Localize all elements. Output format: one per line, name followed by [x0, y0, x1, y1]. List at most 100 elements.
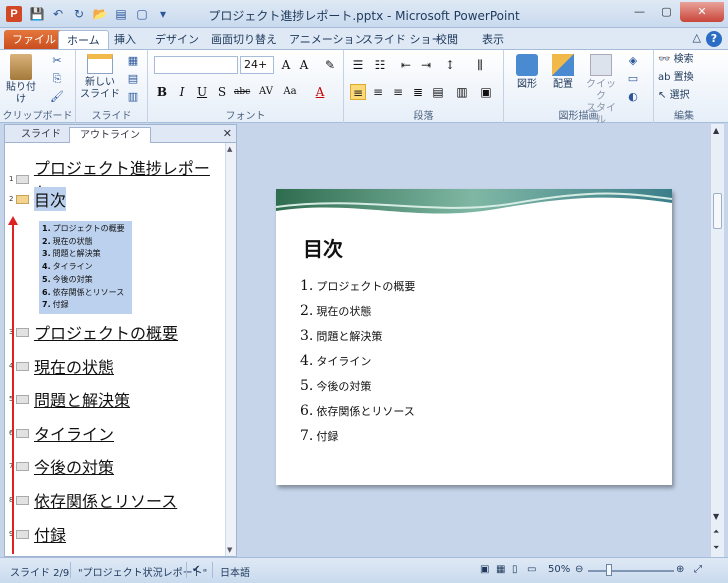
tab-design[interactable]: デザイン	[147, 30, 207, 50]
maximize-button[interactable]: ▢	[653, 2, 680, 22]
scroll-down-icon[interactable]: ▼	[713, 512, 719, 521]
outline-slide-5[interactable]: 5 問題と解決策	[9, 387, 130, 411]
scroll-down-icon[interactable]: ▼	[227, 546, 232, 554]
shrink-font-icon[interactable]: A	[296, 57, 312, 73]
replace-button[interactable]: ab 置換	[658, 72, 694, 84]
decrease-indent-icon[interactable]: ⇤	[398, 57, 414, 73]
section-icon[interactable]: ▥	[126, 90, 140, 104]
columns-menu-icon[interactable]: ▥	[454, 84, 470, 100]
outline-toc-bullets[interactable]: 1. プロジェクトの概要 2. 現在の状態 3. 問題と解決策 4. タイライン 5. 今…	[39, 221, 132, 314]
font-color-icon[interactable]: A	[312, 84, 328, 100]
fit-to-window-icon[interactable]: ⤢	[694, 564, 702, 575]
language-indicator[interactable]: 日本語	[220, 564, 250, 579]
distributed-icon[interactable]: ▤	[430, 84, 446, 100]
scroll-up-icon[interactable]: ▲	[227, 145, 232, 153]
toc-item: 2. 現在の状態	[42, 236, 93, 246]
zoom-in-icon[interactable]: ⊕	[676, 564, 684, 575]
outline-content[interactable]: 1 プロジェクト進捗レポート 2 目次 1.プロジェクトの概要 2.現在の状態 …	[5, 143, 225, 556]
strikethrough-icon[interactable]: abc	[234, 84, 250, 100]
columns-icon[interactable]: ⫼	[472, 57, 488, 73]
help-icon[interactable]: ?	[706, 31, 722, 47]
line-spacing-icon[interactable]: ↕	[442, 57, 458, 73]
outline-slide-2[interactable]: 2 目次	[9, 187, 67, 211]
quick-styles-icon	[590, 54, 612, 76]
outline-slide-9[interactable]: 9 付録	[9, 522, 66, 546]
tab-file[interactable]: ファイル	[4, 30, 64, 50]
close-pane-icon[interactable]: ✕	[223, 127, 232, 140]
zoom-slider[interactable]	[588, 570, 674, 572]
outline-pane: スライド アウトライン ✕ 1 プロジェクト進捗レポート 2 目次 1.プロジェ…	[4, 124, 237, 557]
format-painter-icon[interactable]: 🖌	[50, 90, 64, 104]
slide-list-item: 6. 依存関係とリソース	[300, 403, 415, 419]
align-center-icon[interactable]: ≡	[370, 84, 386, 100]
cut-icon[interactable]: ✂	[50, 54, 64, 68]
slide-heading[interactable]: 目次	[303, 233, 343, 262]
justify-icon[interactable]: ≣	[410, 84, 426, 100]
font-family-combo[interactable]	[154, 56, 238, 74]
outline-slide-4[interactable]: 4 現在の状態	[9, 354, 114, 378]
tab-slides[interactable]: スライド	[11, 127, 71, 143]
align-right-icon[interactable]: ≡	[390, 84, 406, 100]
bullets-icon[interactable]: ☰	[350, 57, 366, 73]
tab-review[interactable]: 校閲	[428, 30, 466, 50]
tab-outline[interactable]: アウトライン	[69, 127, 151, 143]
numbering-icon[interactable]: ☷	[372, 57, 388, 73]
slide-list-item: 1. プロジェクトの概要	[300, 278, 416, 294]
slide-list-item: 7. 付録	[300, 428, 339, 444]
paste-button[interactable]: 貼り付け	[6, 54, 36, 106]
grow-font-icon[interactable]: A	[278, 57, 294, 73]
copy-icon[interactable]: ⎘	[50, 72, 64, 86]
char-spacing-icon[interactable]: AV	[258, 84, 274, 100]
outline-slide-7[interactable]: 7 今後の対策	[9, 454, 114, 478]
slideshow-view-icon[interactable]: ▭	[527, 564, 536, 575]
shadow-icon[interactable]: S	[214, 84, 230, 100]
outline-slide-3[interactable]: 3 プロジェクトの概要	[9, 320, 178, 344]
tab-home[interactable]: ホーム	[58, 30, 109, 50]
outline-slide-8[interactable]: 8 依存関係とリソース	[9, 488, 177, 512]
clear-format-icon[interactable]: ✎	[322, 57, 338, 73]
zoom-out-icon[interactable]: ⊖	[575, 564, 583, 575]
slide-body-list[interactable]: 1. プロジェクトの概要 2. 現在の状態 3. 問題と解決策 4. タイライン 5. 今…	[300, 274, 415, 449]
smartart-icon[interactable]: ▣	[478, 84, 494, 100]
previous-slide-icon[interactable]: ⏶	[713, 527, 719, 537]
select-button[interactable]: ↖ 選択	[658, 90, 690, 102]
scroll-thumb[interactable]	[713, 193, 722, 229]
new-slide-button[interactable]: 新しい スライド	[80, 54, 120, 101]
increase-indent-icon[interactable]: ⇥	[418, 57, 434, 73]
minimize-button[interactable]: —	[626, 2, 653, 22]
underline-icon[interactable]: U	[194, 84, 210, 100]
outline-scrollbar[interactable]: ▲ ▼	[225, 143, 236, 556]
slide-canvas[interactable]: 目次 1. プロジェクトの概要 2. 現在の状態 3. 問題と解決策 4. タイライン …	[276, 189, 672, 485]
tab-transitions[interactable]: 画面切り替え	[203, 30, 285, 50]
outline-slide-title: 現在の状態	[34, 358, 115, 377]
arrange-button[interactable]: 配置	[546, 54, 580, 91]
minimize-ribbon-icon[interactable]: △	[693, 31, 701, 47]
shape-outline-icon[interactable]: ▭	[626, 72, 640, 86]
zoom-level[interactable]: 50%	[548, 564, 570, 575]
reading-view-icon[interactable]: ▯	[512, 564, 518, 575]
change-case-icon[interactable]: Aa	[282, 84, 298, 100]
italic-icon[interactable]: I	[174, 84, 190, 100]
pointer-icon: ↖	[658, 90, 667, 101]
close-button[interactable]: ✕	[680, 2, 724, 22]
layout-icon[interactable]: ▦	[126, 54, 140, 68]
find-button[interactable]: 👓 検索	[658, 54, 694, 66]
normal-view-icon[interactable]: ▣	[480, 564, 489, 575]
reset-icon[interactable]: ▤	[126, 72, 140, 86]
shapes-button[interactable]: 図形	[510, 54, 544, 91]
tab-view[interactable]: 表示	[474, 30, 512, 50]
slide-sorter-icon[interactable]: ▦	[496, 564, 505, 575]
outline-slide-6[interactable]: 6 タイライン	[9, 421, 114, 445]
zoom-slider-thumb[interactable]	[606, 564, 612, 576]
editor-scrollbar[interactable]: ▲ ▼ ⏶ ⏷	[710, 124, 724, 557]
scroll-up-icon[interactable]: ▲	[713, 126, 719, 135]
tab-insert[interactable]: 挿入	[106, 30, 144, 50]
shape-effects-icon[interactable]: ◐	[626, 90, 640, 104]
shape-fill-icon[interactable]: ◈	[626, 54, 640, 68]
bold-icon[interactable]: B	[154, 84, 170, 100]
next-slide-icon[interactable]: ⏷	[713, 543, 719, 553]
font-size-combo[interactable]: 24+	[240, 56, 274, 74]
align-left-icon[interactable]: ≡	[350, 84, 366, 100]
spelling-check-icon[interactable]: ✔	[192, 564, 200, 575]
slide-icon	[16, 495, 29, 505]
